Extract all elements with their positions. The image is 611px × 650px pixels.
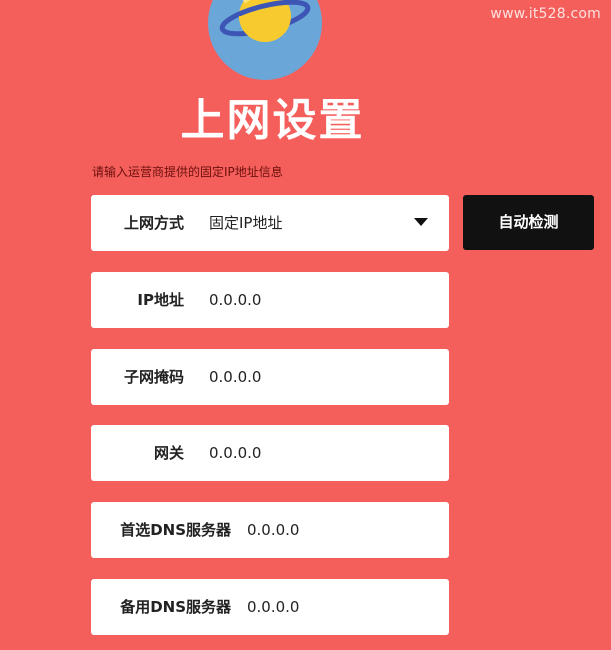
primary-dns-field[interactable]: 首选DNS服务器 0.0.0.0 [91, 502, 449, 558]
watermark: www.it528.com [490, 6, 601, 22]
backup-dns-field[interactable]: 备用DNS服务器 0.0.0.0 [91, 579, 449, 635]
subnet-mask-input[interactable]: 0.0.0.0 [209, 349, 261, 405]
subnet-mask-field[interactable]: 子网掩码 0.0.0.0 [91, 349, 449, 405]
caret-down-icon[interactable] [414, 218, 428, 226]
backup-dns-label: 备用DNS服务器 [120, 598, 231, 616]
ip-address-label: IP地址 [137, 291, 184, 309]
page-title: 上网设置 [180, 95, 365, 146]
gateway-field[interactable]: 网关 0.0.0.0 [91, 425, 449, 481]
backup-dns-input[interactable]: 0.0.0.0 [247, 579, 299, 635]
gateway-label: 网关 [153, 444, 184, 462]
connection-type-select[interactable]: 上网方式 固定IP地址 [91, 195, 449, 251]
planet-logo-icon [208, 0, 322, 80]
instruction-text: 请输入运营商提供的固定IP地址信息 [92, 165, 283, 179]
subnet-mask-label: 子网掩码 [123, 368, 184, 386]
ip-address-field[interactable]: IP地址 0.0.0.0 [91, 272, 449, 328]
connection-type-label: 上网方式 [123, 214, 184, 232]
primary-dns-input[interactable]: 0.0.0.0 [247, 502, 299, 558]
primary-dns-label: 首选DNS服务器 [120, 521, 231, 539]
ip-address-input[interactable]: 0.0.0.0 [209, 272, 261, 328]
connection-type-value: 固定IP地址 [209, 214, 283, 232]
auto-detect-button[interactable]: 自动检测 [463, 195, 594, 250]
gateway-input[interactable]: 0.0.0.0 [209, 425, 261, 481]
